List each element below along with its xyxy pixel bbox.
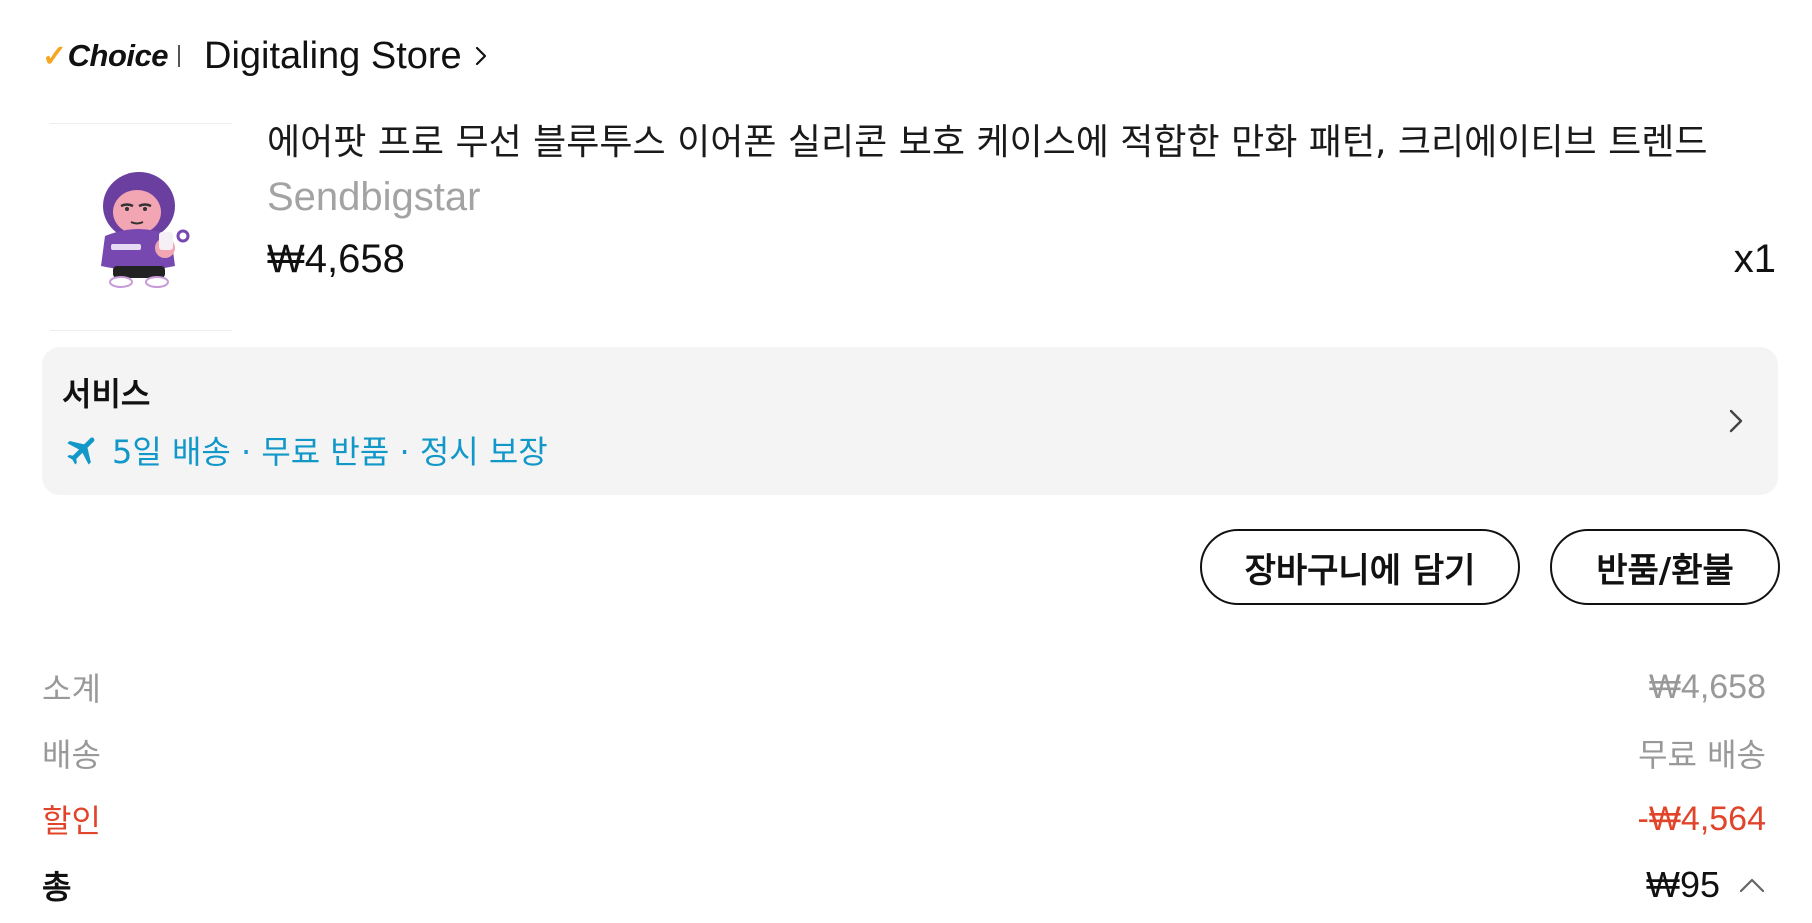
service-section[interactable]: 서비스 5일 배송 · 무료 반품 · 정시 보장 (42, 347, 1778, 495)
chevron-up-icon[interactable] (1738, 876, 1766, 894)
summary-discount-row: 할인 -₩4,564 (42, 794, 1766, 844)
summary-subtotal-row: 소계 ₩4,658 (42, 662, 1766, 712)
summary-total-row[interactable]: 총 ₩95 (42, 860, 1766, 910)
total-label: 총 (42, 868, 72, 906)
shipping-label: 배송 (42, 736, 101, 774)
service-details: 5일 배송 · 무료 반품 · 정시 보장 (64, 427, 548, 473)
total-value: ₩95 (1645, 864, 1720, 905)
product-quantity: x1 (1733, 237, 1776, 281)
check-icon: ✓ (42, 39, 67, 73)
discount-value: -₩4,564 (1637, 799, 1767, 838)
product-thumbnail[interactable] (50, 123, 232, 331)
logo-divider (178, 45, 180, 67)
subtotal-label: 소계 (42, 670, 101, 708)
product-price: ₩4,658 (267, 237, 405, 281)
subtotal-value: ₩4,658 (1648, 667, 1766, 706)
return-refund-button[interactable]: 반품/환불 (1550, 529, 1780, 605)
chevron-right-icon[interactable] (470, 45, 492, 67)
store-name-link[interactable]: Digitaling Store (204, 35, 462, 78)
product-title[interactable]: 에어팟 프로 무선 블루투스 이어폰 실리콘 보호 케이스에 적합한 만화 패턴… (267, 113, 1707, 165)
add-to-cart-button[interactable]: 장바구니에 담기 (1200, 529, 1520, 605)
product-seller: Sendbigstar (267, 175, 481, 219)
discount-label: 할인 (42, 802, 101, 840)
product-image (101, 172, 190, 288)
choice-logo: ✓ Choice (42, 38, 169, 74)
store-header: ✓ Choice Digitaling Store (42, 28, 492, 84)
service-title: 서비스 (62, 375, 151, 413)
chevron-right-icon[interactable] (1722, 405, 1750, 437)
total-value-wrap[interactable]: ₩95 (1646, 864, 1766, 906)
shipping-value: 무료 배송 (1638, 736, 1766, 774)
airplane-icon (67, 437, 95, 465)
service-details-text: 5일 배송 · 무료 반품 · 정시 보장 (112, 433, 548, 471)
choice-logo-text: Choice (67, 38, 169, 73)
summary-shipping-row: 배송 무료 배송 (42, 728, 1766, 778)
